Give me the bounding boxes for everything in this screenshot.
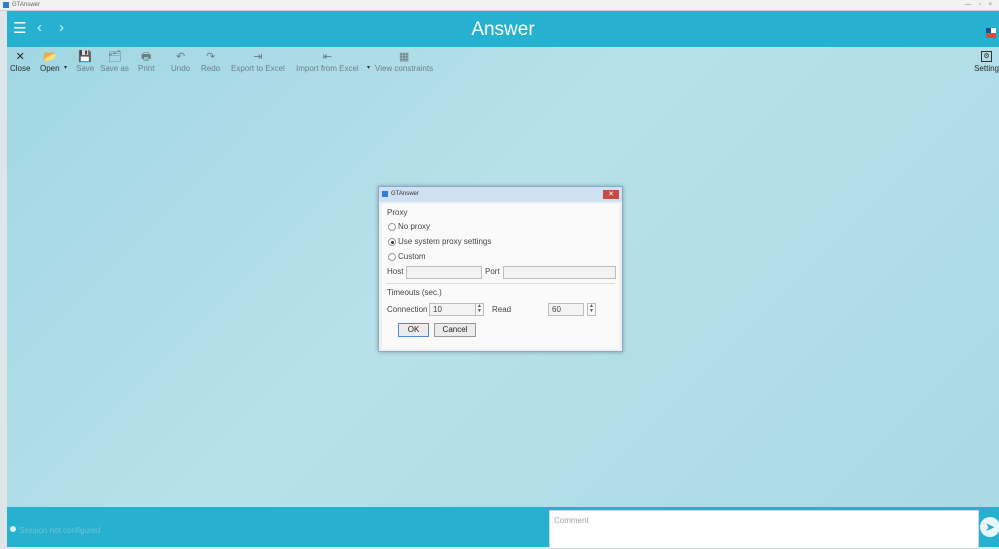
comment-placeholder: Comment — [554, 516, 589, 525]
import-icon: ⇤ — [322, 51, 332, 63]
redo-button[interactable]: ↷ Redo — [201, 51, 220, 73]
settings-icon: ⚙ — [981, 51, 993, 62]
toolbar: ✕ Close 📂 Open ▾ 💾 Save 🗂 Save as 🖶 Prin… — [7, 47, 999, 91]
open-button[interactable]: 📂 Open — [40, 51, 60, 73]
connection-label: Connection — [387, 305, 428, 314]
print-label: Print — [138, 64, 155, 73]
no-proxy-radio[interactable] — [388, 223, 396, 231]
host-input[interactable] — [406, 266, 482, 279]
constraints-icon: ▦ — [398, 51, 410, 63]
settings-label: Setting — [974, 64, 999, 73]
custom-proxy-label[interactable]: Custom — [398, 252, 426, 261]
dialog-app-icon — [382, 191, 388, 197]
undo-icon: ↶ — [175, 51, 186, 63]
dialog-body: Proxy No proxy Use system proxy settings… — [382, 204, 619, 349]
close-icon: ✕ — [15, 51, 25, 63]
close-button[interactable]: ✕ Close — [10, 51, 30, 73]
view-constraints-button[interactable]: ▦ View constraints — [375, 51, 433, 73]
ok-button[interactable]: OK — [398, 323, 429, 337]
import-from-excel-button[interactable]: ⇤ Import from Excel — [296, 51, 359, 73]
system-proxy-radio[interactable] — [388, 238, 396, 246]
separator — [386, 283, 615, 284]
export-to-excel-label: Export to Excel — [231, 64, 285, 73]
export-to-excel-button[interactable]: ⇥ Export to Excel — [231, 51, 285, 73]
host-label: Host — [387, 267, 404, 276]
status-indicator-icon — [10, 526, 16, 532]
system-proxy-label[interactable]: Use system proxy settings — [398, 237, 491, 246]
spin-down-icon[interactable]: ▼ — [477, 308, 482, 314]
redo-icon: ↷ — [205, 51, 216, 63]
save-as-icon: 🗂 — [107, 51, 122, 63]
import-from-excel-label: Import from Excel — [296, 64, 359, 73]
page-title: Answer — [471, 19, 535, 40]
read-timeout-input[interactable]: 60 — [548, 303, 584, 316]
port-label: Port — [485, 267, 500, 276]
comment-field[interactable]: Comment — [549, 510, 979, 549]
connection-stepper[interactable]: ▲ ▼ — [475, 303, 484, 316]
dialog-title-bar: GTAnswer ✕ — [379, 187, 622, 202]
save-label: Save — [76, 64, 95, 73]
save-as-button[interactable]: 🗂 Save as — [100, 51, 129, 73]
import-dropdown-caret-icon[interactable]: ▾ — [367, 64, 370, 71]
save-icon: 💾 — [78, 51, 92, 63]
read-label: Read — [492, 305, 512, 314]
session-status-text: Session not configured — [19, 526, 101, 535]
no-proxy-label[interactable]: No proxy — [398, 222, 430, 231]
custom-proxy-radio[interactable] — [388, 253, 396, 261]
print-button[interactable]: 🖶 Print — [138, 51, 154, 73]
open-dropdown-caret-icon[interactable]: ▾ — [64, 64, 67, 71]
cancel-button[interactable]: Cancel — [434, 323, 476, 337]
connection-timeout-input[interactable]: 10 — [429, 303, 476, 316]
timeouts-heading: Timeouts (sec.) — [387, 288, 442, 297]
save-button[interactable]: 💾 Save — [76, 51, 94, 73]
read-stepper[interactable]: ▲ ▼ — [587, 303, 596, 316]
dialog-close-button[interactable]: ✕ — [603, 190, 619, 199]
send-button[interactable]: ➤ — [980, 517, 999, 537]
save-as-label: Save as — [100, 64, 129, 73]
status-bar: Session not configured Comment ➤ — [7, 507, 999, 549]
undo-label: Undo — [171, 64, 191, 73]
open-folder-icon: 📂 — [42, 51, 57, 63]
proxy-settings-dialog: GTAnswer ✕ Proxy No proxy Use system pro… — [378, 186, 623, 352]
settings-button[interactable]: ⚙ Setting — [974, 51, 999, 73]
proxy-heading: Proxy — [387, 208, 408, 217]
close-label: Close — [10, 64, 31, 73]
os-title-bar: GTAnswer — ▫ × — [0, 0, 999, 11]
export-icon: ⇥ — [253, 51, 263, 63]
os-window-title: GTAnswer — [12, 2, 40, 8]
redo-label: Redo — [201, 64, 221, 73]
open-label: Open — [40, 64, 60, 73]
app-icon — [3, 2, 9, 8]
view-constraints-label: View constraints — [375, 64, 434, 73]
language-flag-icon[interactable] — [986, 28, 996, 38]
spin-down-icon[interactable]: ▼ — [589, 308, 594, 314]
app-bar: ☰ ‹ › Answer — [7, 11, 999, 47]
window-controls[interactable]: — ▫ × — [965, 0, 995, 10]
print-icon: 🖶 — [141, 51, 152, 63]
dialog-title: GTAnswer — [391, 191, 419, 197]
undo-button[interactable]: ↶ Undo — [171, 51, 190, 73]
port-input[interactable] — [503, 266, 616, 279]
